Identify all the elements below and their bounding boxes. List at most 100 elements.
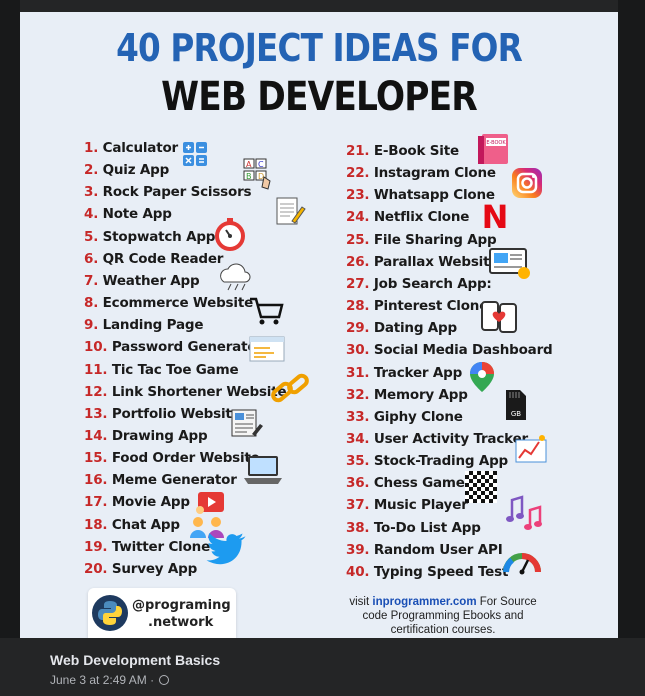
map-pin-icon bbox=[468, 360, 496, 394]
list-item-label: Portfolio Website bbox=[111, 405, 241, 422]
chess-board-icon bbox=[464, 470, 498, 504]
list-item-label: Netflix Clone bbox=[373, 209, 470, 226]
list-item-label: Random User API bbox=[373, 541, 503, 558]
list-item: 2. Quiz App bbox=[84, 162, 169, 178]
list-item-label: Rock Paper Scissors bbox=[102, 184, 252, 201]
list-item-number: 1. bbox=[84, 140, 99, 156]
list-item-number: 33. bbox=[346, 408, 370, 425]
list-item-number: 12. bbox=[84, 383, 108, 400]
list-item: 12. Link Shortener Website bbox=[84, 383, 287, 400]
python-logo-icon bbox=[92, 595, 128, 631]
list-item-label: Food Order Website bbox=[111, 450, 260, 467]
stopwatch-icon bbox=[212, 216, 248, 252]
list-item-label: Memory App bbox=[373, 386, 468, 403]
globe-icon bbox=[159, 675, 170, 685]
cart-icon bbox=[248, 295, 284, 327]
list-item-label: To-Do List App bbox=[373, 519, 481, 536]
list-item-number: 13. bbox=[84, 405, 108, 422]
list-item-label: Giphy Clone bbox=[373, 408, 463, 425]
list-item-label: Job Search App: bbox=[373, 275, 492, 292]
list-item: 15. Food Order Website bbox=[84, 450, 260, 466]
list-item: 40. Typing Speed Test bbox=[346, 564, 508, 580]
speedometer-icon bbox=[502, 544, 542, 580]
list-item: 11. Tic Tac Toe Game bbox=[84, 362, 239, 378]
list-item-number: 27. bbox=[346, 275, 370, 292]
visit-note: visit inprogrammer.com For Source code P… bbox=[338, 595, 548, 637]
ebook-icon: E-BOOK bbox=[476, 132, 512, 166]
list-item-label: Survey App bbox=[111, 560, 198, 577]
list-item: 24. Netflix Clone bbox=[346, 209, 469, 225]
list-item: 31. Tracker App bbox=[346, 365, 462, 381]
list-item-label: Stopwatch App bbox=[102, 228, 216, 245]
list-item-number: 24. bbox=[346, 209, 370, 226]
list-item-number: 5. bbox=[84, 228, 99, 245]
visit-prefix: visit bbox=[349, 596, 373, 608]
list-item: 7. Weather App bbox=[84, 272, 200, 289]
list-item-label: Landing Page bbox=[102, 317, 204, 334]
list-item-number: 31. bbox=[346, 364, 370, 381]
list-item-number: 40. bbox=[346, 563, 370, 580]
list-item: 6. QR Code Reader bbox=[84, 251, 223, 267]
list-item: 5. Stopwatch App bbox=[84, 229, 215, 245]
list-item: 28. Pinterest Clone bbox=[346, 298, 488, 314]
sd-card-icon: GB bbox=[502, 388, 528, 422]
list-item-label: Movie App bbox=[111, 494, 190, 511]
list-item-number: 10. bbox=[84, 339, 108, 356]
list-item-label: Note App bbox=[102, 206, 172, 223]
list-item: 20. Survey App bbox=[84, 561, 197, 577]
music-note-icon bbox=[504, 492, 544, 532]
post-header-strip bbox=[20, 0, 618, 12]
list-item: 34. User Activity Tracker bbox=[346, 431, 528, 447]
list-item: 27. Job Search App: bbox=[346, 276, 492, 292]
svg-text:C: C bbox=[258, 160, 264, 169]
calculator-icon bbox=[182, 141, 208, 167]
netflix-icon: N bbox=[482, 200, 509, 234]
ebook-icon-label: E-BOOK bbox=[486, 140, 506, 146]
list-item: 39. Random User API bbox=[346, 542, 503, 558]
list-item: 18. Chat App bbox=[84, 517, 180, 533]
post-timestamp[interactable]: June 3 at 2:49 AM · bbox=[50, 673, 154, 687]
list-item: 1. Calculator bbox=[84, 140, 178, 156]
list-item-label: Meme Generator bbox=[111, 472, 237, 489]
list-item-label: Tracker App bbox=[373, 364, 463, 381]
list-item-number: 35. bbox=[346, 453, 370, 470]
list-item: 35. Stock-Trading App bbox=[346, 453, 508, 469]
post-image[interactable]: 40 PROJECT IDEAS FOR WEB DEVELOPER 1. Ca… bbox=[20, 12, 618, 638]
list-item-label: Weather App bbox=[102, 272, 200, 289]
post-title-link[interactable]: Web Development Basics bbox=[50, 652, 220, 668]
note-icon bbox=[274, 195, 306, 229]
list-item: 4. Note App bbox=[84, 206, 172, 222]
quiz-icon: ACBD bbox=[242, 157, 280, 193]
list-item-label: E-Book Site bbox=[373, 143, 459, 159]
list-item: 13. Portfolio Website bbox=[84, 406, 241, 422]
twitter-icon bbox=[204, 531, 248, 569]
list-item: 3. Rock Paper Scissors bbox=[84, 184, 252, 201]
list-item-number: 17. bbox=[84, 494, 108, 511]
list-item-label: Typing Speed Test bbox=[373, 563, 509, 580]
list-item-number: 39. bbox=[346, 541, 370, 558]
list-item-number: 34. bbox=[346, 430, 370, 447]
list-item-number: 6. bbox=[84, 250, 99, 267]
instagram-icon bbox=[510, 166, 544, 200]
list-item-label: Ecommerce Website bbox=[102, 295, 254, 312]
list-item-label: Stock-Trading App bbox=[373, 453, 509, 470]
list-item: 36. Chess Game bbox=[346, 475, 465, 491]
activity-chart-icon bbox=[514, 432, 550, 468]
list-item-number: 9. bbox=[84, 317, 99, 334]
list-item-label: Chat App bbox=[111, 516, 180, 533]
portfolio-icon bbox=[230, 408, 264, 440]
list-item-number: 20. bbox=[84, 560, 108, 577]
list-item: 23. Whatsapp Clone bbox=[346, 187, 495, 203]
list-item: 37. Music Player bbox=[346, 497, 468, 513]
list-item: 22. Instagram Clone bbox=[346, 165, 496, 181]
list-item: 33. Giphy Clone bbox=[346, 409, 463, 425]
list-item: 25. File Sharing App bbox=[346, 232, 497, 248]
list-item-number: 19. bbox=[84, 538, 108, 555]
handle-text: @programing .network bbox=[132, 597, 231, 631]
list-item-number: 30. bbox=[346, 342, 370, 359]
list-item-label: Whatsapp Clone bbox=[373, 187, 495, 204]
list-item: 17. Movie App bbox=[84, 494, 190, 510]
list-item-number: 14. bbox=[84, 427, 108, 444]
list-item: 8. Ecommerce Website bbox=[84, 295, 253, 311]
list-item: 32. Memory App bbox=[346, 387, 468, 403]
